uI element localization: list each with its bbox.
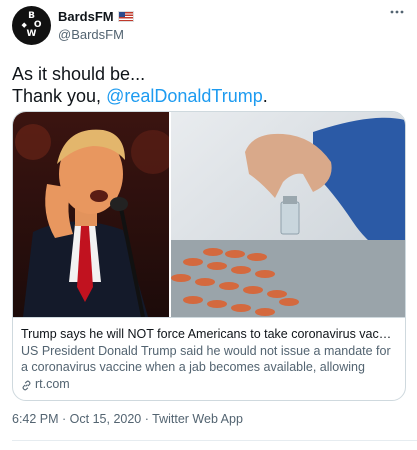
tweet-line-1: As it should be... xyxy=(12,64,146,84)
card-description: US President Donald Trump said he would … xyxy=(21,344,391,374)
meta-separator: · xyxy=(141,412,153,426)
meta-separator: · xyxy=(58,412,70,426)
avatar-letter: W xyxy=(26,29,37,39)
card-domain-row: rt.com xyxy=(21,376,397,392)
tweet-text: As it should be... Thank you, @realDonal… xyxy=(12,63,268,107)
avatar[interactable]: B ◆ O W xyxy=(12,6,51,45)
tweet-source[interactable]: Twitter Web App xyxy=(152,412,243,426)
mention-link[interactable]: @realDonaldTrump xyxy=(106,86,263,106)
card-title[interactable]: Trump says he will NOT force Americans t… xyxy=(21,326,397,342)
card-media[interactable] xyxy=(13,112,405,317)
tweet-date[interactable]: Oct 15, 2020 xyxy=(70,412,142,426)
divider xyxy=(12,440,417,441)
card-domain: rt.com xyxy=(35,377,70,391)
tweet-text-prefix: Thank you, xyxy=(12,86,107,106)
user-handle[interactable]: @BardsFM xyxy=(58,27,134,42)
trump-speaking-photo xyxy=(13,112,175,317)
link-card[interactable]: Trump says he will NOT force Americans t… xyxy=(12,111,406,401)
link-icon xyxy=(21,379,32,390)
tweet-text-suffix: . xyxy=(262,86,268,106)
us-flag-icon xyxy=(117,11,134,22)
tweet-meta: 6:42 PM · Oct 15, 2020 · Twitter Web App xyxy=(12,412,243,426)
tweet-time[interactable]: 6:42 PM xyxy=(12,412,59,426)
tweet-line-2: Thank you, @realDonaldTrump. xyxy=(12,85,268,107)
display-name-row[interactable]: BardsFM xyxy=(58,9,134,24)
author-block: BardsFM @BardsFM xyxy=(58,9,134,42)
tweet: B ◆ O W BardsFM @BardsFM As it should be… xyxy=(0,0,417,450)
more-icon[interactable] xyxy=(389,4,405,25)
display-name[interactable]: BardsFM xyxy=(58,9,114,24)
vaccine-vial-photo xyxy=(171,112,405,317)
card-body[interactable]: Trump says he will NOT force Americans t… xyxy=(13,317,405,392)
